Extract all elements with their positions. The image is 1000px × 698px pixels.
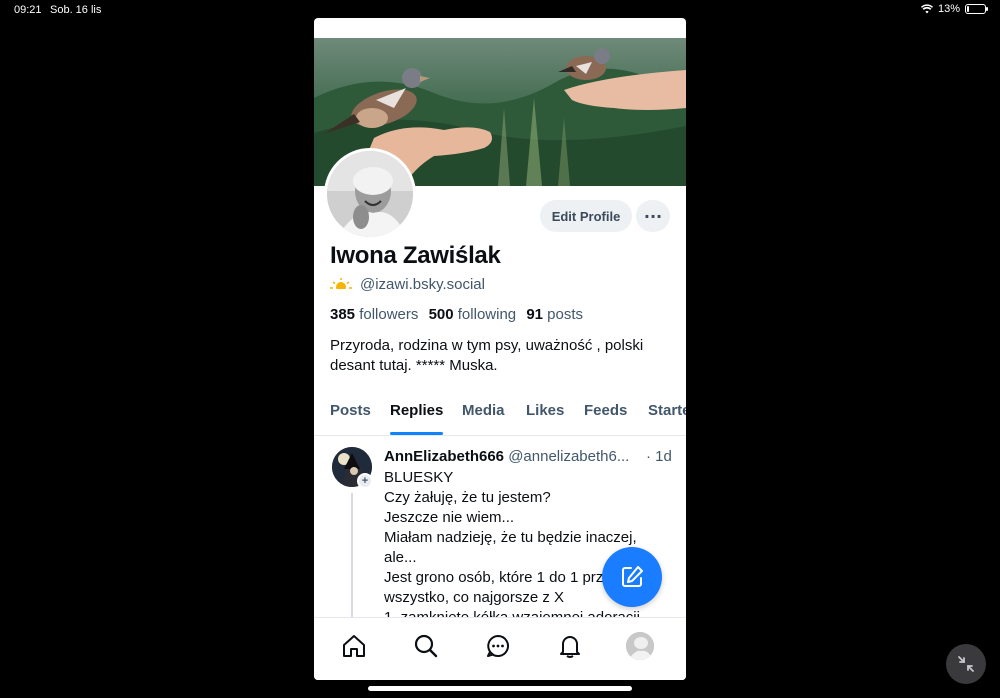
profile-handle[interactable]: @izawi.bsky.social [360, 276, 485, 293]
battery-percent: 13% [937, 3, 960, 15]
following-label: following [457, 306, 517, 323]
nav-home[interactable] [338, 630, 370, 662]
status-time: 09:21 [14, 4, 42, 16]
app-window: Edit Profile ··· Iwona Zawiślak @izawi.b… [314, 18, 686, 680]
more-options-button[interactable]: ··· [636, 200, 670, 232]
posts-stat: 91 posts [526, 306, 583, 323]
post-author-name[interactable]: AnnElizabeth666 [384, 448, 504, 465]
home-icon [343, 635, 365, 657]
post-line: 1. zamknięte kółka wzajemnej adoracji [384, 608, 684, 617]
bottom-nav [314, 617, 686, 680]
handle-row: @izawi.bsky.social [330, 276, 485, 293]
nav-search[interactable] [410, 630, 442, 662]
bio-line: Przyroda, rodzina w tym psy, uważność , … [330, 337, 644, 354]
follow-badge[interactable]: + [357, 473, 373, 489]
tab-posts[interactable]: Posts [330, 402, 371, 419]
active-tab-indicator [390, 432, 443, 435]
post-line: Czy żałuję, że tu jestem? [384, 489, 551, 506]
profile-avatar[interactable] [324, 148, 416, 240]
search-icon [414, 634, 438, 658]
profile-bio: Przyroda, rodzina w tym psy, uważność , … [330, 336, 676, 376]
compose-button[interactable] [602, 547, 662, 607]
home-indicator[interactable] [368, 686, 632, 691]
bell-icon [560, 636, 580, 658]
tab-media[interactable]: Media [462, 402, 505, 419]
chat-icon [487, 635, 509, 657]
status-bar: 09:21 Sob. 16 lis 13% [0, 0, 1000, 20]
followers-count: 385 [330, 306, 356, 323]
tab-feeds[interactable]: Feeds [584, 402, 627, 419]
wifi-icon [920, 4, 933, 14]
tab-replies[interactable]: Replies [390, 402, 443, 419]
display-name: Iwona Zawiślak [330, 242, 501, 269]
profile-stats: 385 followers 500 following 91 posts [330, 306, 589, 323]
edit-profile-button[interactable]: Edit Profile [540, 200, 632, 232]
tab-starter-packs[interactable]: Starter Packs [648, 402, 686, 419]
following-count: 500 [428, 306, 454, 323]
nav-notifications[interactable] [554, 630, 586, 662]
post-line: Jeszcze nie wiem... [384, 509, 515, 526]
minimize-button[interactable] [946, 644, 986, 684]
avatar [626, 632, 654, 660]
status-right: 13% [920, 3, 988, 15]
post-timestamp[interactable]: · 1d [646, 448, 672, 465]
profile-tabs: Posts Replies Media Likes Feeds Starter … [314, 396, 686, 436]
compose-icon [622, 566, 643, 587]
battery-icon [965, 4, 988, 14]
followers-stat[interactable]: 385 followers [330, 306, 418, 323]
post-line: Miałam nadzieję, że tu będzie inaczej, [384, 529, 637, 546]
posts-label: posts [547, 306, 584, 323]
following-stat[interactable]: 500 following [429, 306, 517, 323]
post-header: AnnElizabeth666 @annelizabeth6... [384, 448, 629, 465]
nav-chat[interactable] [482, 630, 514, 662]
status-date: Sob. 16 lis [50, 4, 102, 16]
sun-behind-cloud-icon [330, 277, 352, 292]
nav-profile[interactable] [624, 630, 656, 662]
tab-likes[interactable]: Likes [526, 402, 564, 419]
battery-fill [967, 6, 969, 12]
post-line: BLUESKY [384, 469, 454, 486]
thread-line [351, 493, 353, 617]
bio-line: desant tutaj. ***** Muska. [330, 357, 498, 374]
post-author-handle[interactable]: @annelizabeth6... [508, 448, 629, 465]
collapse-arrows-icon [958, 656, 974, 672]
posts-count: 91 [526, 306, 543, 323]
followers-label: followers [359, 306, 419, 323]
avatar-photo [327, 151, 413, 237]
